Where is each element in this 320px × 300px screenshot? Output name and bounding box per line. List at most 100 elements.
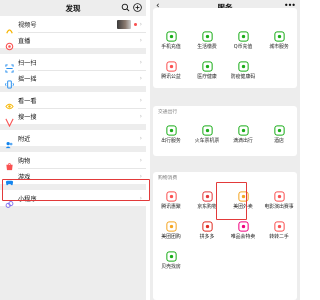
service-zhuanzhuan[interactable]: 转转二手 [261,214,297,244]
service-label: 出行服务 [161,138,181,144]
service-label: 城市服务 [269,44,289,50]
utility-bill-icon [201,28,214,42]
chevron-right-icon: › [139,194,142,202]
live-icon [5,36,14,50]
service-label: 腾讯惠聚 [161,204,181,210]
discover-group: 购物 › 游戏 › [0,152,146,185]
discover-item-label: 搜一搜 [18,113,37,121]
chevron-right-icon: › [139,74,142,82]
jd-shopping-icon [201,188,214,202]
discover-item-label: 扫一扫 [18,59,37,67]
section-card-shopping: 购物消费 腾讯惠聚 京东购物 美团外卖 电影演出赛事美团团购 拼多多 唯品会特卖 转转二手贝… [153,172,297,300]
discover-item-label: 看一看 [18,97,37,105]
mini-programs-icon [5,194,14,208]
section-title: 购物消费 [158,176,178,181]
service-vipshop[interactable]: 唯品会特卖 [225,214,261,244]
service-label: 滴滴出行 [233,138,253,144]
search-icon[interactable] [121,3,130,12]
service-label: 腾讯公益 [161,74,181,80]
service-label: 电影演出赛事 [264,204,294,210]
movie-ticket-icon [273,188,286,202]
section-title: 交通出行 [158,110,178,115]
discover-panel: 发现 视频号 › 直播 › 扫一扫 › 摇一摇 › 看一看 › 搜一搜 › 附近 › 购物 › 游戏 › 小程序 › [0,0,146,300]
discover-item-shopping[interactable]: 购物 › [0,152,146,170]
discover-item-shake[interactable]: 摇一摇 › [0,70,146,89]
city-services-icon [273,28,286,42]
hotel-icon [273,122,286,136]
service-label: 拼多多 [199,234,215,240]
service-label: 防疫健康码 [230,74,256,80]
discover-item-live[interactable]: 直播 › [0,32,146,50]
service-label: 转转二手 [269,234,289,240]
chevron-right-icon: › [139,36,142,44]
service-travel[interactable]: 出行服务 [153,118,189,148]
service-label: 手机充值 [161,44,181,50]
channels-icon [5,20,14,33]
service-label: 唯品会特卖 [230,234,256,240]
discover-item-label: 游戏 [18,173,31,181]
meituan-group-icon [165,218,178,232]
service-train-ticket[interactable]: 火车票机票 [189,118,225,148]
service-health-code[interactable]: 防疫健康码 [225,54,261,84]
zhuanzhuan-icon [273,218,286,232]
health-code-icon [237,58,250,72]
discover-item-mini-programs[interactable]: 小程序 › [0,190,146,208]
discover-item-scan[interactable]: 扫一扫 › [0,54,146,73]
service-label: Q币充值 [233,44,253,50]
discover-item-channels[interactable]: 视频号 › [0,16,146,33]
discover-item-top-stories[interactable]: 看一看 › [0,92,146,109]
charity-icon [165,58,178,72]
service-q-coin[interactable]: Q币充值 [225,24,261,54]
games-icon [5,172,14,185]
service-label: 生活缴费 [197,44,217,50]
services-panel: ‹ 服务 ••• 手机充值生活缴费Q币充值城市服务腾讯公益医疗健康防疫健康码 交… [150,0,300,300]
service-jd-shopping[interactable]: 京东购物 [189,184,225,214]
discover-item-search[interactable]: 搜一搜 › [0,108,146,127]
discover-group: 视频号 › 直播 › [0,16,146,50]
service-hotel[interactable]: 酒店 [261,118,297,148]
service-charity[interactable]: 腾讯公益 [153,54,189,84]
pinduoduo-icon [201,218,214,232]
service-utility-bill[interactable]: 生活缴费 [189,24,225,54]
channels-thumbnail [116,19,131,29]
health-icon [201,58,214,72]
service-meituan-group[interactable]: 美团团购 [153,214,189,244]
chevron-right-icon: › [139,58,142,66]
service-label: 贝壳找房 [161,264,181,270]
discover-group: 小程序 › [0,190,146,208]
service-health[interactable]: 医疗健康 [189,54,225,84]
shake-icon [5,74,14,89]
discover-group: 扫一扫 › 摇一摇 › [0,54,146,89]
service-label: 医疗健康 [197,74,217,80]
service-city-services[interactable]: 城市服务 [261,24,297,54]
discover-item-label: 直播 [18,37,31,45]
service-phone-recharge[interactable]: 手机充值 [153,24,189,54]
discover-item-label: 购物 [18,157,31,165]
add-icon[interactable] [133,3,142,12]
discover-item-label: 小程序 [18,195,37,203]
service-didi[interactable]: 滴滴出行 [225,118,261,148]
service-label: 火车票机票 [194,138,220,144]
vipshop-icon [237,218,250,232]
service-label: 美团外卖 [233,204,253,210]
discover-item-nearby[interactable]: 附近 › [0,130,146,148]
chevron-right-icon: › [139,134,142,142]
service-meituan-waimai[interactable]: 美团外卖 [225,184,261,214]
meituan-waimai-icon [237,188,250,202]
tencent-deals-icon [165,188,178,202]
search-icon [5,112,14,127]
discover-header: 发现 [0,0,146,16]
service-pinduoduo[interactable]: 拼多多 [189,214,225,244]
train-ticket-icon [201,122,214,136]
service-movie-ticket[interactable]: 电影演出赛事 [261,184,297,214]
discover-group: 看一看 › 搜一搜 › [0,92,146,127]
service-label: 京东购物 [197,204,217,210]
discover-item-games[interactable]: 游戏 › [0,168,146,185]
phone-recharge-icon [165,28,178,42]
section-card-transport: 交通出行 出行服务 火车票机票 滴滴出行 酒店 [153,106,297,156]
unread-dot [133,22,137,26]
service-tencent-deals[interactable]: 腾讯惠聚 [153,184,189,214]
service-beike[interactable]: 贝壳找房 [153,244,189,274]
shopping-icon [5,156,14,170]
chevron-right-icon: › [139,156,142,164]
